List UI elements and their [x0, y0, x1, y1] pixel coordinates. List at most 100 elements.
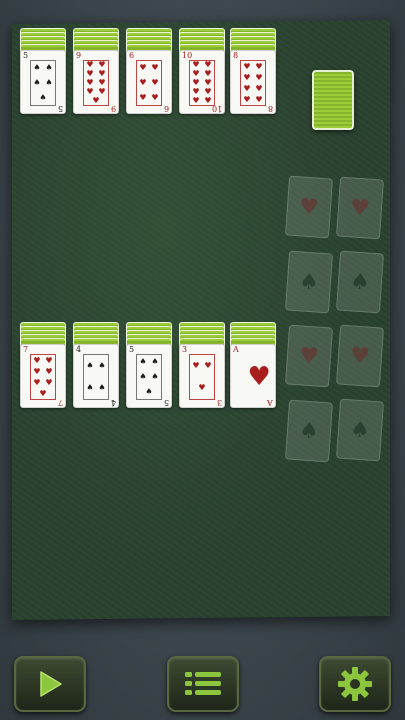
suit-icon: ♠ [33, 77, 41, 87]
suit-icon: ♥ [198, 383, 206, 392]
card-rank-bottom: 5 [163, 398, 169, 407]
suit-icon: ♠ [151, 357, 159, 367]
suit-icon: ♠ [45, 77, 53, 87]
heart-icon: ♥ [298, 342, 320, 370]
heart-icon: ♥ [349, 342, 371, 370]
playing-card[interactable]: 7 ♥ ♥ ♥ ♥ ♥ ♥ ♥ 7 [20, 344, 66, 408]
card-pips: ♥ ♥ ♥ ♥ ♥ ♥ ♥ ♥ [240, 60, 266, 106]
suit-icon: ♥ [255, 83, 263, 93]
card-rank-bottom: 5 [57, 104, 63, 113]
suit-icon: ♥ [86, 77, 94, 87]
suit-icon: ♥ [45, 366, 53, 376]
card-rank-bottom: 9 [110, 104, 116, 113]
suit-icon: ♠ [33, 63, 41, 73]
suit-icon: ♠ [39, 92, 47, 102]
foundation-slot[interactable]: ♥ [335, 176, 385, 240]
suit-icon: ♥ [98, 77, 106, 87]
suit-icon: ♥ [192, 95, 200, 105]
stock-pile[interactable] [312, 70, 354, 130]
card-rank-bottom: A [267, 398, 273, 407]
suit-icon: ♥ [139, 92, 147, 102]
playing-card[interactable]: 10 ♥ ♥ ♥ ♥ ♥ ♥ ♥ ♥ ♥ ♥ 10 [179, 50, 225, 114]
card-rank-bottom: 7 [57, 398, 63, 407]
suit-icon: ♥ [39, 388, 47, 398]
card-rank: 6 [129, 51, 135, 60]
suit-icon: ♥ [45, 377, 53, 387]
playing-card[interactable]: 5 ♠ ♠ ♠ ♠ ♠ 5 [126, 344, 172, 408]
menu-button[interactable] [167, 656, 239, 712]
foundation-slot[interactable]: ♥ [335, 324, 385, 388]
card-rank: A [233, 345, 239, 354]
suit-icon: ♥ [247, 362, 271, 392]
suit-icon: ♥ [255, 61, 263, 71]
suit-icon: ♥ [204, 361, 212, 370]
card-rank: 7 [23, 345, 29, 354]
play-button[interactable] [14, 656, 86, 712]
foundation-slot[interactable]: ♥ [284, 175, 334, 239]
suit-icon: ♥ [151, 63, 159, 73]
suit-icon: ♥ [45, 355, 53, 365]
suit-icon: ♠ [98, 383, 106, 392]
suit-icon: ♥ [139, 63, 147, 73]
card-rank-bottom: 3 [216, 398, 222, 407]
card-pips: ♥ ♥ ♥ ♥ ♥ ♥ [136, 60, 162, 106]
menu-icon [185, 672, 221, 695]
suit-icon: ♥ [98, 69, 106, 79]
spade-icon: ♠ [349, 268, 371, 296]
card-rank-bottom: 6 [163, 104, 169, 113]
playing-card[interactable]: 3 ♥ ♥ ♥ 3 [179, 344, 225, 408]
card-rank-bottom: 10 [211, 104, 222, 113]
card-rank: 5 [129, 345, 135, 354]
foundation-slot[interactable]: ♠ [284, 399, 334, 463]
suit-icon: ♥ [98, 60, 106, 70]
suit-icon: ♠ [145, 386, 153, 396]
card-pips: ♠ ♠ ♠ ♠ ♠ [30, 60, 56, 106]
playing-card[interactable]: 4 ♠ ♠ ♠ ♠ 4 [73, 344, 119, 408]
suit-icon: ♥ [204, 86, 212, 96]
foundation-slot[interactable]: ♥ [284, 324, 334, 388]
suit-icon: ♥ [151, 77, 159, 87]
card-rank: 8 [233, 51, 239, 60]
suit-icon: ♥ [243, 61, 251, 71]
suit-icon: ♥ [204, 77, 212, 87]
suit-icon: ♠ [45, 63, 53, 73]
suit-icon: ♥ [255, 94, 263, 104]
card-pips: ♥ ♥ ♥ ♥ ♥ ♥ ♥ ♥ ♥ [83, 60, 109, 106]
foundation-slot[interactable]: ♠ [335, 250, 385, 314]
card-rank: 9 [76, 51, 82, 60]
suit-icon: ♥ [98, 86, 106, 96]
suit-icon: ♥ [33, 355, 41, 365]
suit-icon: ♥ [33, 377, 41, 387]
playing-card[interactable]: 5 ♠ ♠ ♠ ♠ ♠ 5 [20, 50, 66, 114]
foundation-slot[interactable]: ♠ [335, 398, 385, 462]
heart-icon: ♥ [298, 193, 320, 221]
card-pips: ♠ ♠ ♠ ♠ [83, 354, 109, 400]
card-pips: ♥ ♥ ♥ ♥ ♥ ♥ ♥ ♥ ♥ ♥ [189, 60, 215, 106]
card-rank: 4 [76, 345, 82, 354]
card-rank: 5 [23, 51, 29, 60]
suit-icon: ♥ [192, 361, 200, 370]
card-rank: 10 [182, 51, 193, 60]
spade-icon: ♠ [298, 268, 320, 296]
settings-button[interactable] [319, 656, 391, 712]
card-pips: ♥ ♥ ♥ [189, 354, 215, 400]
suit-icon: ♥ [86, 60, 94, 70]
suit-icon: ♥ [86, 69, 94, 79]
play-icon [40, 671, 62, 697]
spade-icon: ♠ [298, 417, 320, 445]
playing-card[interactable]: 9 ♥ ♥ ♥ ♥ ♥ ♥ ♥ ♥ ♥ 9 [73, 50, 119, 114]
playing-card[interactable]: 8 ♥ ♥ ♥ ♥ ♥ ♥ ♥ ♥ 8 [230, 50, 276, 114]
suit-icon: ♠ [139, 357, 147, 367]
suit-icon: ♥ [204, 69, 212, 79]
suit-icon: ♥ [243, 94, 251, 104]
playing-card[interactable]: A ♥ A [230, 344, 276, 408]
foundation-slot[interactable]: ♠ [284, 250, 334, 314]
suit-icon: ♥ [92, 95, 100, 105]
suit-icon: ♥ [192, 86, 200, 96]
suit-icon: ♥ [33, 366, 41, 376]
suit-icon: ♥ [204, 60, 212, 70]
suit-icon: ♠ [151, 371, 159, 381]
gear-icon [338, 667, 372, 701]
heart-icon: ♥ [349, 194, 371, 222]
playing-card[interactable]: 6 ♥ ♥ ♥ ♥ ♥ ♥ 6 [126, 50, 172, 114]
